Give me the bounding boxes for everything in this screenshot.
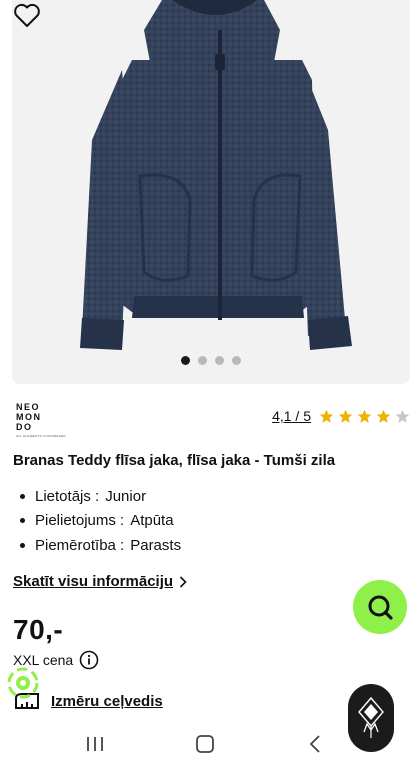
view-all-info-link[interactable]: Skatīt visu informāciju — [13, 573, 187, 590]
spec-value: Parasts — [130, 536, 182, 554]
bullet-icon — [20, 518, 25, 524]
back-icon — [309, 735, 320, 753]
chat-search-icon — [368, 595, 393, 620]
home-button[interactable] — [185, 729, 225, 759]
recent-apps-button[interactable] — [75, 729, 115, 759]
recent-apps-icon — [87, 737, 103, 751]
favorite-heart-icon[interactable] — [12, 0, 42, 30]
chevron-right-icon — [179, 575, 187, 588]
spec-value: Junior — [105, 487, 147, 505]
spec-key: Lietotājs : — [35, 487, 100, 505]
star-full-icon — [376, 409, 391, 423]
rating-score[interactable]: 4,1 / 5 — [272, 408, 311, 424]
size-guide-label: Izmēru ceļvedis — [51, 692, 163, 710]
carousel-indicator[interactable] — [12, 356, 410, 365]
spec-key: Piemērotība : — [35, 536, 125, 554]
star-full-icon — [338, 409, 353, 423]
fleece-jacket-image — [80, 0, 352, 350]
product-rating[interactable]: 4,1 / 5 — [272, 408, 410, 424]
bullet-icon — [20, 542, 25, 548]
view-all-info-label: Skatīt visu informāciju — [13, 573, 174, 590]
product-image[interactable] — [12, 0, 410, 384]
back-button[interactable] — [295, 729, 335, 759]
product-specs: Lietotājs : Junior Pielietojums : Atpūta… — [20, 484, 181, 558]
bullet-icon — [20, 493, 25, 499]
star-full-icon — [357, 409, 372, 423]
carousel-dot[interactable] — [181, 356, 190, 365]
carousel-dot[interactable] — [232, 356, 241, 365]
info-icon[interactable] — [79, 650, 99, 670]
carousel-dot[interactable] — [198, 356, 207, 365]
star-full-icon — [319, 409, 334, 423]
product-price: 70,- — [13, 614, 64, 645]
spec-item: Piemērotība : Parasts — [20, 533, 181, 558]
accessibility-widget-icon[interactable] — [6, 666, 40, 700]
spec-item: Lietotājs : Junior — [20, 484, 181, 509]
star-empty-icon — [395, 409, 410, 423]
carousel-dot[interactable] — [215, 356, 224, 365]
spec-key: Pielietojums : — [35, 512, 125, 530]
spec-value: Atpūta — [130, 512, 174, 530]
product-title: Branas Teddy flīsa jaka, flīsa jaka - Tu… — [13, 452, 336, 469]
brand-logo[interactable]: NEO MON DO ALL ELEMENTS CONSIDERED — [16, 402, 78, 438]
system-navigation-bar — [0, 720, 410, 768]
chat-button[interactable] — [353, 580, 407, 634]
spec-item: Pielietojums : Atpūta — [20, 509, 181, 534]
home-icon — [196, 735, 214, 753]
